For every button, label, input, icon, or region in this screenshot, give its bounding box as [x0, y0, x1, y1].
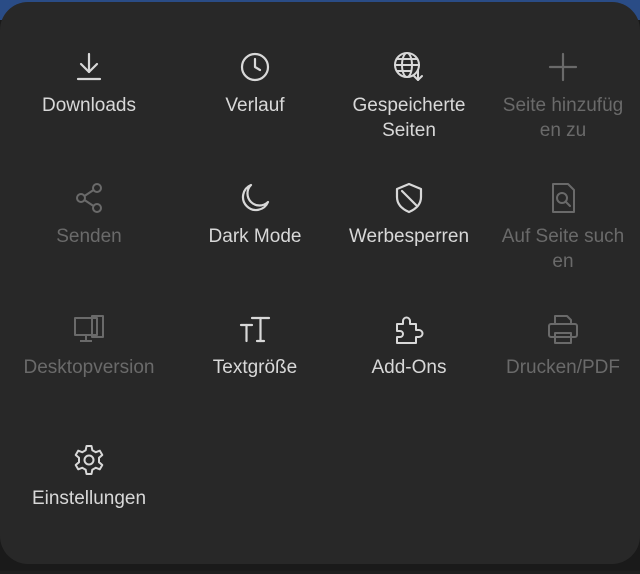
shield-icon — [392, 181, 426, 215]
find-in-page-icon — [546, 181, 580, 215]
menu-item-label: Dark Mode — [208, 226, 302, 247]
menu-item-label: Senden — [56, 226, 122, 247]
menu-grid: Downloads Verlauf Gespeicherte Seiten Se… — [0, 50, 640, 574]
printer-icon — [546, 312, 580, 346]
puzzle-icon — [392, 312, 426, 346]
menu-item-label: Drucken/PDF — [505, 357, 621, 378]
menu-item-label: Gespeicherte Seiten — [352, 95, 466, 141]
menu-item-text-size[interactable]: Textgröße — [178, 312, 332, 443]
browser-menu-sheet: Downloads Verlauf Gespeicherte Seiten Se… — [0, 2, 640, 564]
menu-item-label: Desktopversion — [23, 357, 155, 378]
menu-item-label: Textgröße — [212, 357, 298, 378]
moon-icon — [238, 181, 272, 215]
menu-item-label: Einstellungen — [31, 488, 147, 509]
download-icon — [72, 50, 106, 84]
text-size-icon — [238, 312, 272, 346]
menu-item-label: Verlauf — [225, 95, 285, 116]
menu-item-downloads[interactable]: Downloads — [0, 50, 178, 181]
menu-item-dark-mode[interactable]: Dark Mode — [178, 181, 332, 312]
clock-icon — [238, 50, 272, 84]
menu-item-ad-block[interactable]: Werbesperren — [332, 181, 486, 312]
saved-pages-globe-icon — [392, 50, 426, 84]
menu-item-history[interactable]: Verlauf — [178, 50, 332, 181]
gear-icon — [72, 443, 106, 477]
menu-item-desktop-version[interactable]: Desktopversion — [0, 312, 178, 443]
menu-item-print-pdf[interactable]: Drucken/PDF — [486, 312, 640, 443]
menu-item-add-ons[interactable]: Add-Ons — [332, 312, 486, 443]
menu-item-label: Auf Seite suchen — [501, 226, 625, 272]
share-icon — [72, 181, 106, 215]
menu-item-settings[interactable]: Einstellungen — [0, 443, 178, 574]
menu-item-label: Add-Ons — [371, 357, 447, 378]
menu-item-add-page-to[interactable]: Seite hinzufügen zu — [486, 50, 640, 181]
menu-item-share[interactable]: Senden — [0, 181, 178, 312]
menu-item-find-in-page[interactable]: Auf Seite suchen — [486, 181, 640, 312]
menu-item-saved-pages[interactable]: Gespeicherte Seiten — [332, 50, 486, 181]
menu-item-label: Werbesperren — [348, 226, 470, 247]
menu-item-label: Downloads — [42, 95, 136, 116]
plus-icon — [546, 50, 580, 84]
desktop-icon — [72, 312, 106, 346]
menu-item-label: Seite hinzufügen zu — [502, 95, 624, 141]
